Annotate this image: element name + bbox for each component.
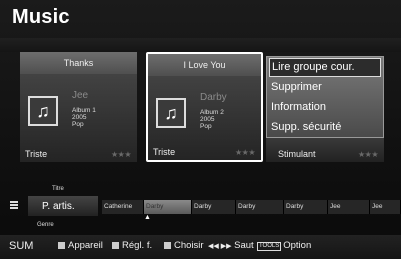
song-artist: Jee	[72, 90, 89, 101]
song-card-i-love-you[interactable]: I Love You ♫ Darby Album 2 2005 Pop Tris…	[146, 52, 263, 162]
song-year: 2005	[200, 116, 215, 123]
song-mood: Triste	[25, 149, 48, 159]
group-strip: Catherine Darby Darby Darby Darby Jee Je…	[102, 200, 401, 214]
green-button-icon	[112, 242, 119, 249]
song-mood: Triste	[153, 147, 176, 157]
yellow-button-icon	[164, 242, 171, 249]
strip-item-current[interactable]: Darby	[144, 200, 192, 214]
music-note-icon: ♫	[28, 96, 58, 126]
sort-label[interactable]: P. artis.	[42, 201, 75, 212]
song-genre: Pop	[72, 121, 84, 128]
song-title: Thanks	[20, 52, 137, 74]
red-button-icon	[58, 242, 65, 249]
strip-item[interactable]: Darby	[236, 200, 284, 214]
song-card-stimulant[interactable]: Stimulant ★★★	[266, 138, 384, 162]
song-genre: Pop	[200, 123, 212, 130]
sum-label: SUM	[9, 240, 34, 252]
strip-item[interactable]: Catherine	[102, 200, 144, 214]
music-note-icon: ♫	[156, 98, 186, 128]
song-mood: Stimulant	[278, 149, 316, 159]
rating-stars: ★★★	[110, 150, 132, 159]
song-year: 2005	[72, 114, 87, 121]
footer-choisir[interactable]: Choisir	[164, 235, 204, 257]
strip-item[interactable]: Darby	[192, 200, 236, 214]
context-menu: Lire groupe cour. Supprimer Information …	[266, 56, 384, 138]
menu-item-delete[interactable]: Supprimer	[267, 77, 383, 97]
footer-bar: SUM Appareil Régl. f. Choisir ◀◀ ▶▶ Saut…	[0, 235, 401, 259]
footer-appareil[interactable]: Appareil	[58, 235, 103, 257]
strip-item[interactable]: Darby	[284, 200, 328, 214]
song-album: Album 2	[200, 109, 224, 116]
song-meta: Album 2 2005 Pop	[200, 109, 224, 130]
skip-icon: ◀◀ ▶▶	[208, 243, 232, 250]
footer-saut[interactable]: ◀◀ ▶▶ Saut	[208, 235, 254, 258]
music-screen: Music Thanks ♫ Jee Album 1 2005 Pop Tris…	[0, 0, 401, 259]
song-artist: Darby	[200, 92, 227, 103]
footer-option[interactable]: TOOLS Option	[257, 235, 311, 257]
rating-stars: ★★★	[357, 150, 379, 159]
tools-icon: TOOLS	[257, 242, 282, 251]
menu-item-play-group[interactable]: Lire groupe cour.	[269, 58, 381, 77]
menu-item-information[interactable]: Information	[267, 97, 383, 117]
song-card-thanks[interactable]: Thanks ♫ Jee Album 1 2005 Pop Triste ★★★	[20, 52, 137, 162]
header-bar	[0, 38, 401, 52]
footer-regl[interactable]: Régl. f.	[112, 235, 152, 257]
list-icon	[10, 201, 18, 209]
position-caret-icon: ▲	[144, 214, 151, 221]
rating-stars: ★★★	[234, 148, 256, 157]
strip-item[interactable]: Jee	[328, 200, 370, 214]
menu-item-secure-delete[interactable]: Supp. sécurité	[267, 117, 383, 137]
page-title: Music	[12, 6, 70, 28]
song-title: I Love You	[148, 54, 261, 76]
sort-next-option[interactable]: Genre	[37, 222, 54, 228]
song-album: Album 1	[72, 107, 96, 114]
sort-prev-option[interactable]: Titre	[52, 186, 64, 192]
song-meta: Album 1 2005 Pop	[72, 107, 96, 128]
strip-item[interactable]: Jee	[370, 200, 401, 214]
